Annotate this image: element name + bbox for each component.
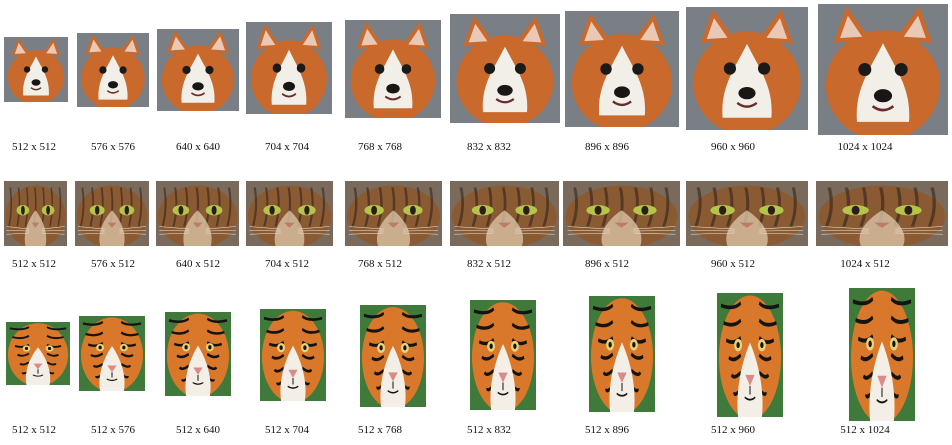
tiger-illustration xyxy=(589,296,655,412)
resolution-label: 704 x 704 xyxy=(265,141,309,153)
resolution-label: 896 x 896 xyxy=(585,141,629,153)
resolution-label: 512 x 704 xyxy=(265,424,309,436)
tabby-cat-image xyxy=(816,181,948,246)
tabby-cat-illustration xyxy=(4,181,67,246)
tabby-cat-illustration xyxy=(345,181,442,246)
resolution-label: 640 x 640 xyxy=(176,141,220,153)
tabby-cat-image xyxy=(246,181,333,246)
corgi-image xyxy=(77,33,149,107)
corgi-illustration xyxy=(450,14,560,123)
tabby-cat-image xyxy=(686,181,808,246)
resolution-label: 1024 x 512 xyxy=(840,258,890,270)
resolution-label: 576 x 576 xyxy=(91,141,135,153)
resolution-label: 512 x 1024 xyxy=(840,424,890,436)
resolution-label: 512 x 640 xyxy=(176,424,220,436)
tabby-cat-illustration xyxy=(450,181,559,246)
tiger-illustration xyxy=(849,288,915,421)
corgi-illustration xyxy=(77,33,149,107)
resolution-label: 1024 x 1024 xyxy=(837,141,893,153)
tabby-cat-illustration xyxy=(156,181,239,246)
resolution-label: 832 x 512 xyxy=(467,258,511,270)
corgi-illustration xyxy=(565,11,679,127)
tiger-image xyxy=(6,322,70,385)
corgi-image xyxy=(450,14,560,123)
tabby-cat-illustration xyxy=(563,181,680,246)
tiger-illustration xyxy=(79,316,145,391)
tabby-cat-image xyxy=(4,181,67,246)
corgi-image xyxy=(818,4,948,135)
corgi-illustration xyxy=(4,37,68,102)
resolution-label: 832 x 832 xyxy=(467,141,511,153)
corgi-illustration xyxy=(345,20,441,118)
tiger-illustration xyxy=(6,322,70,385)
corgi-illustration xyxy=(686,7,808,130)
tiger-illustration xyxy=(470,300,536,410)
resolution-label: 768 x 768 xyxy=(358,141,402,153)
tiger-image xyxy=(260,309,326,401)
tiger-illustration xyxy=(165,312,231,396)
tiger-image xyxy=(589,296,655,412)
tabby-cat-image xyxy=(563,181,680,246)
tabby-cat-illustration xyxy=(75,181,149,246)
tiger-illustration xyxy=(360,305,426,407)
tabby-cat-illustration xyxy=(686,181,808,246)
tiger-illustration xyxy=(260,309,326,401)
corgi-image xyxy=(345,20,441,118)
corgi-image xyxy=(246,22,332,114)
corgi-illustration xyxy=(246,22,332,114)
resolution-label: 768 x 512 xyxy=(358,258,402,270)
resolution-label: 512 x 896 xyxy=(585,424,629,436)
corgi-illustration xyxy=(157,29,239,111)
corgi-image xyxy=(565,11,679,127)
tiger-image xyxy=(360,305,426,407)
tabby-cat-image xyxy=(75,181,149,246)
tabby-cat-illustration xyxy=(246,181,333,246)
tiger-illustration xyxy=(717,293,783,417)
corgi-image xyxy=(686,7,808,130)
tabby-cat-image xyxy=(450,181,559,246)
resolution-label: 512 x 832 xyxy=(467,424,511,436)
resolution-label: 960 x 512 xyxy=(711,258,755,270)
resolution-label: 640 x 512 xyxy=(176,258,220,270)
tabby-cat-image xyxy=(345,181,442,246)
resolution-label: 704 x 512 xyxy=(265,258,309,270)
tiger-image xyxy=(79,316,145,391)
corgi-image xyxy=(157,29,239,111)
tiger-image xyxy=(717,293,783,417)
resolution-label: 960 x 960 xyxy=(711,141,755,153)
resolution-label: 512 x 576 xyxy=(91,424,135,436)
tabby-cat-image xyxy=(156,181,239,246)
corgi-image xyxy=(4,37,68,102)
tiger-image xyxy=(165,312,231,396)
resolution-label: 576 x 512 xyxy=(91,258,135,270)
resolution-label: 512 x 960 xyxy=(711,424,755,436)
resolution-label: 896 x 512 xyxy=(585,258,629,270)
tabby-cat-illustration xyxy=(816,181,948,246)
tiger-image xyxy=(470,300,536,410)
corgi-illustration xyxy=(818,4,948,135)
resolution-label: 512 x 768 xyxy=(358,424,402,436)
tiger-image xyxy=(849,288,915,421)
